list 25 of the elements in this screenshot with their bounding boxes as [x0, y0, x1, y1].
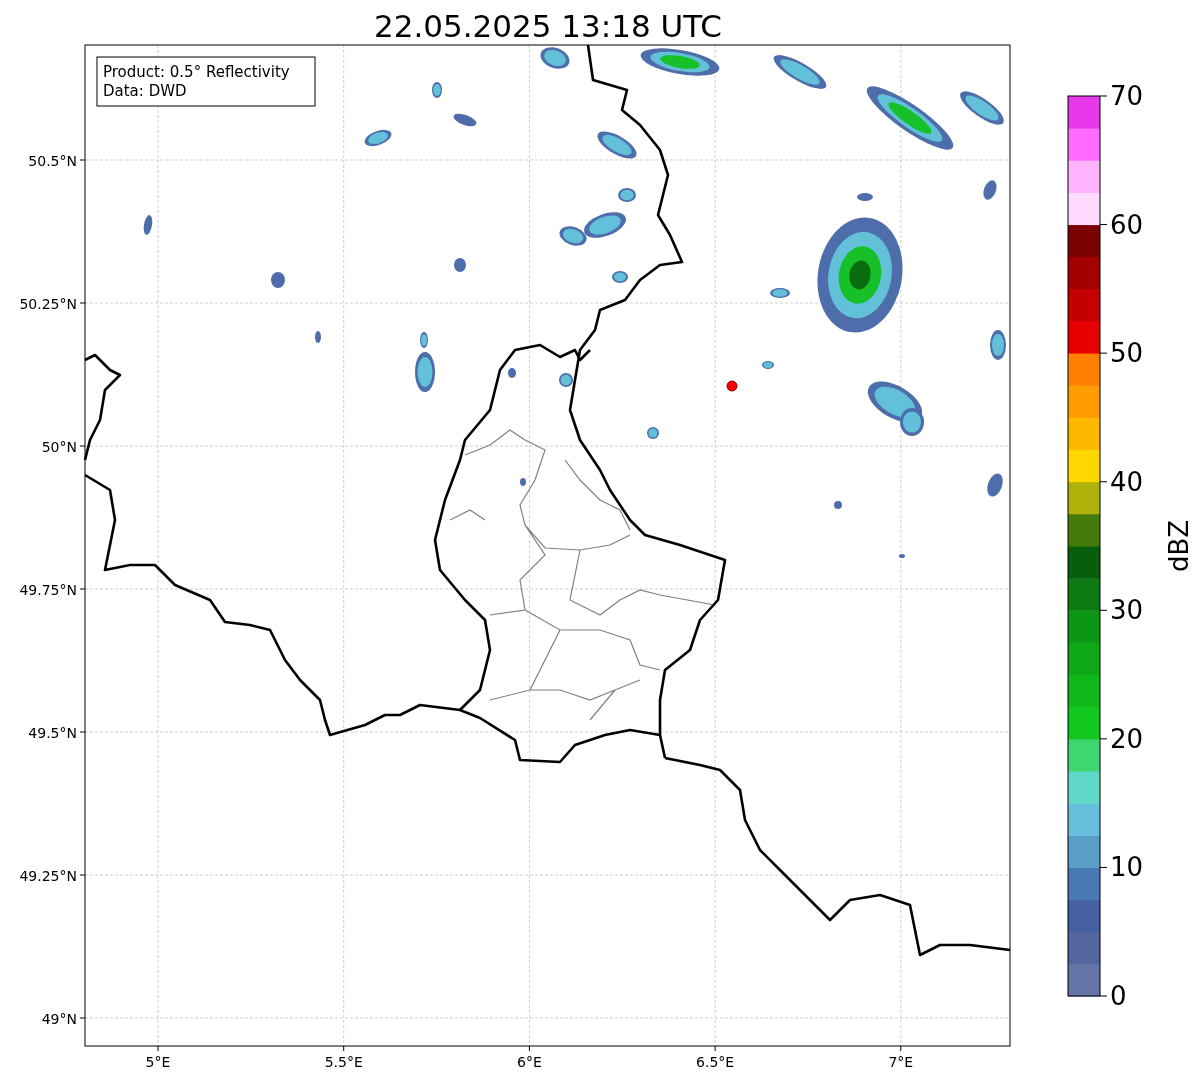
radar-site-marker — [726, 380, 738, 392]
latitude-label: 49.25°N — [19, 868, 77, 884]
colorbar-label: dBZ — [1164, 519, 1194, 573]
latitude-label: 50.5°N — [28, 153, 77, 169]
colorbar-tick-label: 20 — [1110, 723, 1144, 754]
colorbar-tick-label: 30 — [1110, 595, 1144, 626]
colorbar-tick-label: 10 — [1110, 852, 1144, 883]
info-text: Data: DWD — [103, 82, 187, 100]
colorbar-tick-label: 40 — [1110, 466, 1144, 497]
colorbar-tick-label: 60 — [1110, 209, 1144, 240]
latitude-label: 49.5°N — [28, 725, 77, 741]
longitude-label: 7°E — [888, 1054, 914, 1070]
colorbar-tick-label: 0 — [1110, 981, 1127, 1011]
chart-title: 22.05.2025 13:18 UTC — [374, 8, 722, 44]
latitude-label: 49°N — [41, 1011, 77, 1027]
longitude-label: 5°E — [145, 1054, 171, 1070]
longitude-label: 5.5°E — [324, 1054, 363, 1070]
latitude-label: 50°N — [41, 439, 77, 455]
latitude-label: 50.25°N — [19, 296, 77, 312]
longitude-label: 6.5°E — [696, 1054, 735, 1070]
latitude-label: 49.75°N — [19, 582, 77, 598]
info-text: Product: 0.5° Reflectivity — [103, 63, 290, 81]
longitude-label: 6°E — [517, 1054, 542, 1070]
colorbar-tick-label: 50 — [1110, 338, 1144, 369]
colorbar-tick-label: 70 — [1110, 81, 1144, 111]
